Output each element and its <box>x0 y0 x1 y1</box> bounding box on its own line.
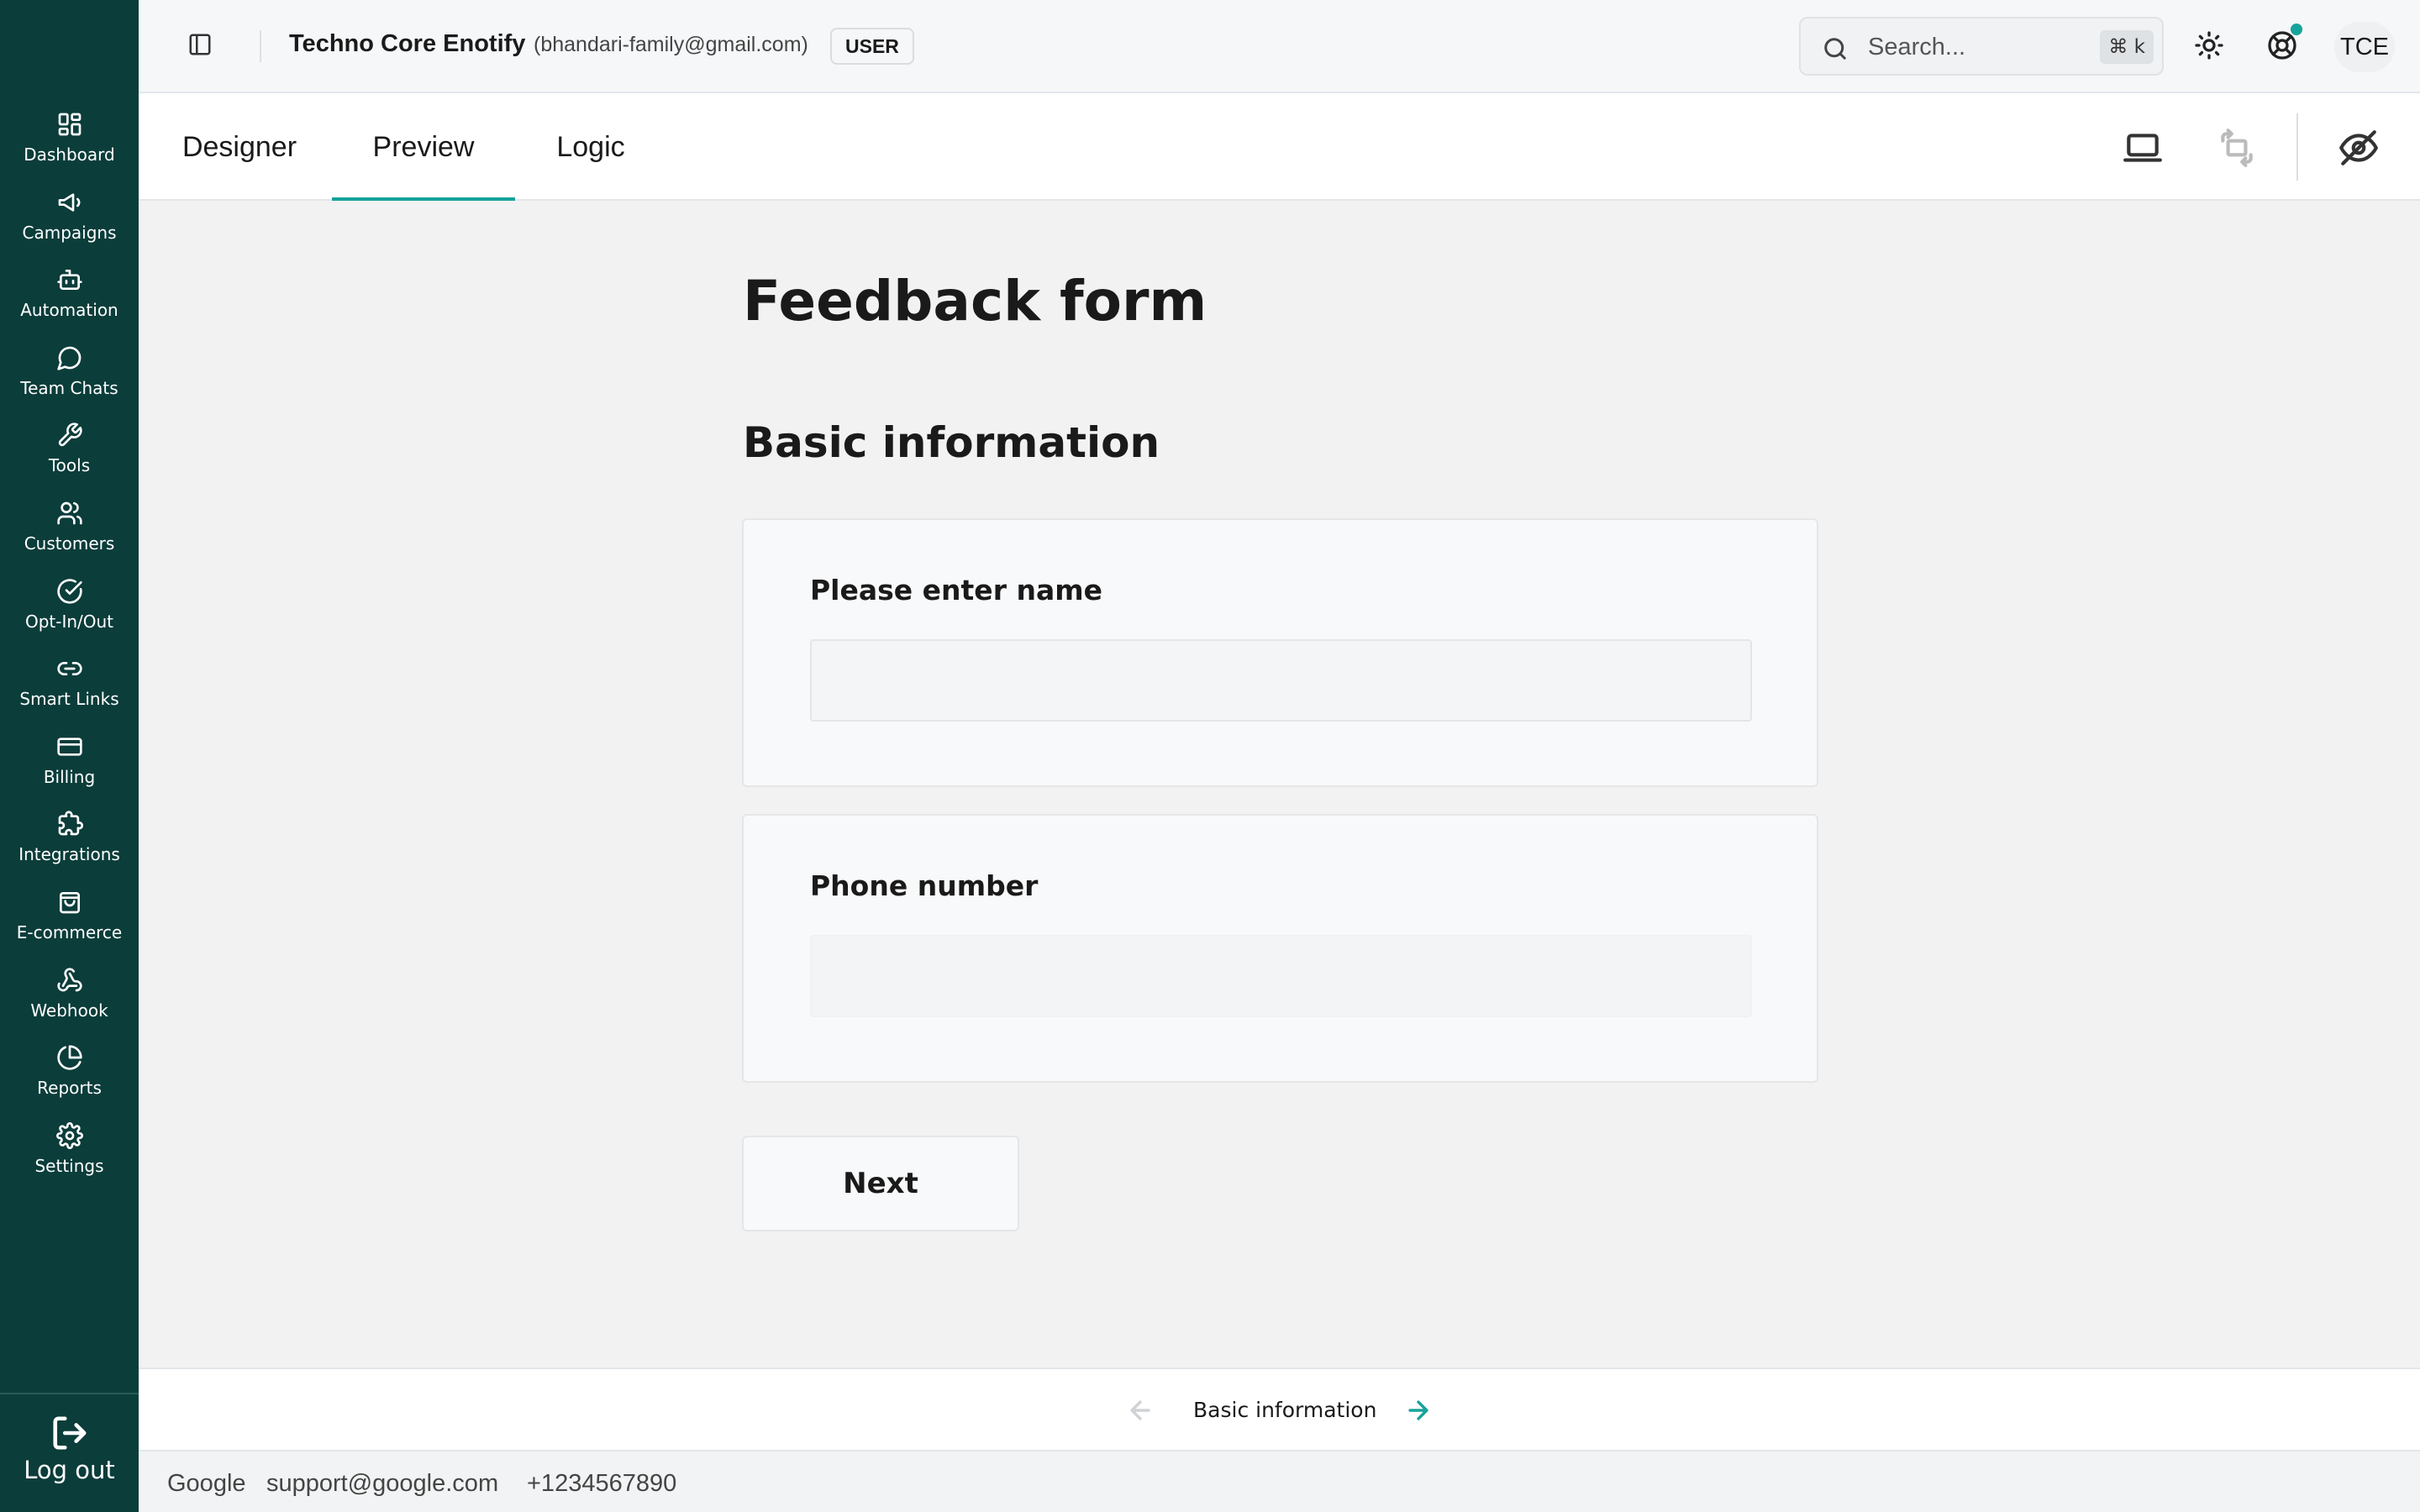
desktop-preview-button[interactable] <box>2122 127 2164 169</box>
question-label: Please enter name <box>810 574 1102 606</box>
sidebar-item-label: Settings <box>34 1155 104 1176</box>
users-icon <box>56 501 82 525</box>
gear-icon <box>55 1121 83 1149</box>
sidebar-item-team-chats[interactable]: Team Chats <box>0 341 139 419</box>
sidebar-item-label: E-commerce <box>16 921 123 942</box>
shopping-bag-icon <box>59 891 80 914</box>
bot-icon <box>56 270 82 291</box>
search-icon <box>1824 38 1846 60</box>
sidebar-item-billing[interactable]: Billing <box>0 730 139 808</box>
laptop-icon <box>2123 134 2162 162</box>
sidebar-item-label: Opt-In/Out <box>24 611 114 632</box>
sidebar-divider <box>0 1393 139 1394</box>
sidebar-item-label: Campaigns <box>22 222 117 243</box>
sidebar-item-integrations[interactable]: Integrations <box>0 807 139 885</box>
top-bar: Techno Core Enotify (bhandari-family@gma… <box>139 0 2420 93</box>
search-input[interactable]: Search... ⌘ k <box>1799 17 2164 76</box>
divider <box>2296 113 2298 181</box>
phone-input[interactable] <box>810 935 1752 1017</box>
panel-left-icon <box>189 34 211 55</box>
arrow-left-icon <box>1130 1400 1150 1420</box>
sidebar-nav: Dashboard Campaigns Automation Team Chat… <box>0 108 139 1196</box>
dashboard-icon <box>58 113 81 136</box>
sidebar-item-opt-in-out[interactable]: Opt-In/Out <box>0 575 139 653</box>
sidebar-item-campaigns[interactable]: Campaigns <box>0 186 139 264</box>
sidebar-item-dashboard[interactable]: Dashboard <box>0 108 139 186</box>
account-name: Techno Core Enotify <box>289 30 526 57</box>
notification-dot <box>2291 24 2302 35</box>
sidebar-item-label: Automation <box>20 300 118 321</box>
question-card: Please enter name <box>742 518 1818 787</box>
tab-preview[interactable]: Preview <box>332 93 515 201</box>
avatar[interactable]: TCE <box>2334 22 2395 72</box>
sidebar-item-webhook[interactable]: Webhook <box>0 963 139 1042</box>
sidebar-item-e-commerce[interactable]: E-commerce <box>0 885 139 963</box>
eye-off-icon <box>2339 130 2378 165</box>
sidebar-item-tools[interactable]: Tools <box>0 418 139 496</box>
arrow-right-icon <box>1408 1400 1428 1420</box>
tab-logic[interactable]: Logic <box>548 93 634 201</box>
logout-icon <box>52 1416 87 1450</box>
footer-email: support@google.com <box>266 1470 499 1497</box>
sidebar-item-label: Reports <box>37 1078 102 1099</box>
theme-toggle-button[interactable] <box>2194 30 2224 60</box>
sidebar-item-customers[interactable]: Customers <box>0 496 139 575</box>
footer-company: Google <box>167 1470 246 1497</box>
sidebar-item-label: Smart Links <box>19 689 119 710</box>
logout-label: Log out <box>24 1456 115 1484</box>
search-placeholder: Search... <box>1868 34 1966 60</box>
sidebar-item-label: Team Chats <box>20 377 118 398</box>
form-title: Feedback form <box>743 269 1207 333</box>
sidebar-item-label: Customers <box>24 533 115 554</box>
link-icon <box>56 662 82 676</box>
tab-designer[interactable]: Designer <box>180 93 299 201</box>
divider <box>260 30 261 62</box>
sidebar-item-reports[interactable]: Reports <box>0 1041 139 1119</box>
rotate-device-button[interactable] <box>2216 127 2258 169</box>
hide-preview-button[interactable] <box>2338 127 2380 169</box>
check-circle-icon <box>56 578 82 604</box>
page-navigator: Basic information <box>139 1368 2420 1450</box>
rotate-icon <box>2221 129 2253 167</box>
sidebar-item-label: Integrations <box>18 844 120 865</box>
support-button[interactable] <box>2267 24 2302 60</box>
wrench-icon <box>58 423 82 447</box>
sidebar-item-label: Dashboard <box>24 144 115 165</box>
footer-phone: +1234567890 <box>527 1470 677 1497</box>
puzzle-icon <box>58 811 83 836</box>
current-page-name: Basic information <box>1193 1398 1377 1422</box>
sidebar-item-label: Webhook <box>30 1000 108 1021</box>
question-label: Phone number <box>810 869 1039 902</box>
account-email: (bhandari-family@gmail.com) <box>534 33 808 56</box>
editor-tab-bar: Designer Preview Logic <box>139 93 2420 201</box>
webhook-icon <box>56 967 82 991</box>
sidebar-item-automation[interactable]: Automation <box>0 263 139 341</box>
footer: Google support@google.com +1234567890 <box>139 1450 2420 1512</box>
role-badge: USER <box>830 28 914 65</box>
sidebar-item-label: Tools <box>48 455 91 476</box>
logout-button[interactable]: Log out <box>0 1414 139 1484</box>
sidebar-item-label: Billing <box>43 766 96 787</box>
chat-icon <box>56 346 81 370</box>
sun-icon <box>2195 31 2223 60</box>
section-title: Basic information <box>743 418 1160 467</box>
sidebar-toggle-button[interactable] <box>187 32 213 57</box>
sidebar-item-settings[interactable]: Settings <box>0 1119 139 1197</box>
pie-chart-icon <box>56 1045 82 1070</box>
name-input[interactable] <box>810 639 1752 722</box>
megaphone-icon <box>58 192 80 212</box>
next-button[interactable]: Next <box>742 1136 1019 1231</box>
next-page-button[interactable] <box>1404 1396 1433 1425</box>
search-shortcut-badge: ⌘ k <box>2100 30 2154 64</box>
lifebuoy-icon <box>2268 31 2296 60</box>
credit-card-icon <box>56 738 82 756</box>
sidebar: Dashboard Campaigns Automation Team Chat… <box>0 0 139 1512</box>
previous-page-button[interactable] <box>1126 1396 1155 1425</box>
sidebar-item-smart-links[interactable]: Smart Links <box>0 652 139 730</box>
question-card: Phone number <box>742 814 1818 1083</box>
